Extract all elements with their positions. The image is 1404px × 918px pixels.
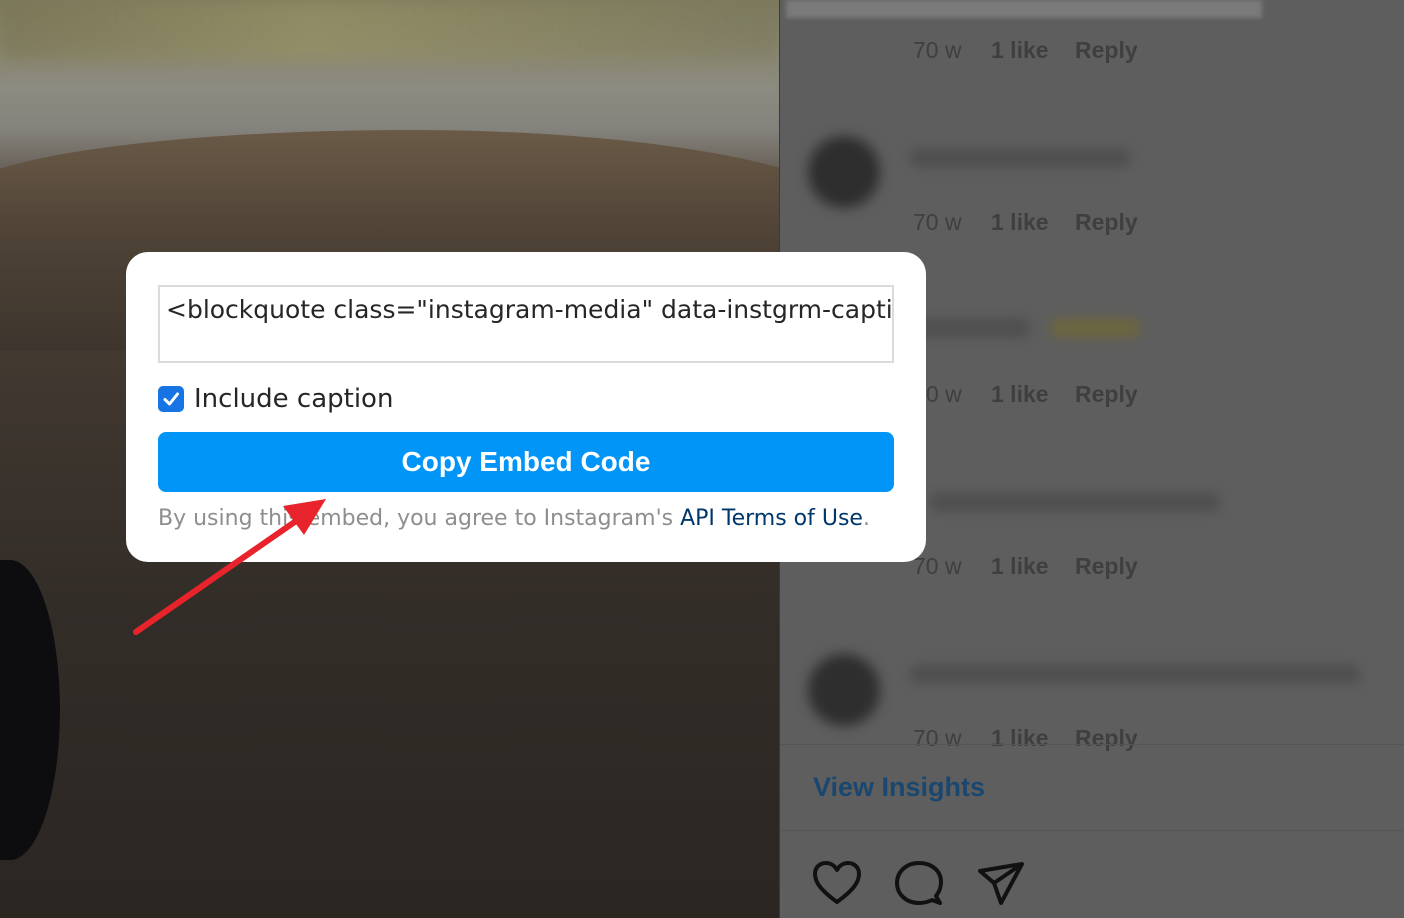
terms-suffix: .	[862, 506, 870, 531]
comment-item: 70 w 1 like Reply	[780, 132, 1404, 252]
comment-meta: 70 w 1 like Reply	[913, 37, 1138, 64]
comment-item: 70 w 1 like Reply	[780, 648, 1404, 768]
comment-likes[interactable]: 1 like	[991, 37, 1075, 64]
comment-likes[interactable]: 1 like	[991, 725, 1075, 752]
reply-button[interactable]: Reply	[1075, 209, 1138, 236]
include-caption-option[interactable]: Include caption	[158, 384, 393, 414]
avatar[interactable]	[808, 654, 880, 726]
checkmark-icon	[163, 392, 179, 406]
divider	[780, 744, 1404, 745]
view-insights-link[interactable]: View Insights	[813, 772, 985, 803]
photo-sky	[0, 0, 779, 60]
terms-prefix: By using this embed, you agree to Instag…	[158, 506, 681, 531]
comment-likes[interactable]: 1 like	[991, 381, 1075, 408]
reply-button[interactable]: Reply	[1075, 725, 1138, 752]
include-caption-label: Include caption	[194, 384, 394, 414]
comment-time: 70 w	[913, 209, 962, 235]
share-icon[interactable]	[974, 858, 1028, 908]
blurred-comment-text	[910, 318, 1030, 338]
post-actions	[810, 858, 1028, 908]
comment-icon[interactable]	[892, 858, 946, 908]
divider	[780, 830, 1404, 831]
reply-button[interactable]: Reply	[1075, 381, 1138, 408]
comment-meta: 70 w 1 like Reply	[913, 725, 1138, 752]
heart-icon[interactable]	[810, 858, 864, 908]
comment-likes[interactable]: 1 like	[991, 209, 1075, 236]
comment-time: 70 w	[913, 553, 962, 579]
embed-dialog: <blockquote class="instagram-media" data…	[126, 252, 926, 562]
api-terms-link[interactable]: API Terms of Use	[680, 506, 863, 531]
blurred-comment-emoji	[1050, 318, 1140, 338]
comment-time: 70 w	[913, 37, 962, 63]
comment-time: 70 w	[913, 725, 962, 751]
photo-foreground-object	[0, 560, 60, 860]
copy-embed-code-button[interactable]: Copy Embed Code	[158, 432, 894, 492]
blurred-comment-text	[910, 148, 1130, 168]
blurred-comment-text	[910, 664, 1360, 684]
comment-item: 70 w 1 like Reply	[780, 0, 1404, 120]
blurred-comment-text	[930, 492, 1220, 512]
reply-button[interactable]: Reply	[1075, 37, 1138, 64]
reply-button[interactable]: Reply	[1075, 553, 1138, 580]
comment-time: 0 w	[926, 381, 962, 407]
comment-likes[interactable]: 1 like	[991, 553, 1075, 580]
comment-meta: 70 w 1 like Reply	[913, 553, 1138, 580]
include-caption-checkbox[interactable]	[158, 386, 184, 412]
comment-meta: 0 w 1 like Reply	[926, 381, 1138, 408]
terms-text: By using this embed, you agree to Instag…	[158, 506, 870, 531]
avatar[interactable]	[808, 136, 880, 208]
embed-code-field[interactable]: <blockquote class="instagram-media" data…	[158, 285, 894, 363]
comment-meta: 70 w 1 like Reply	[913, 209, 1138, 236]
